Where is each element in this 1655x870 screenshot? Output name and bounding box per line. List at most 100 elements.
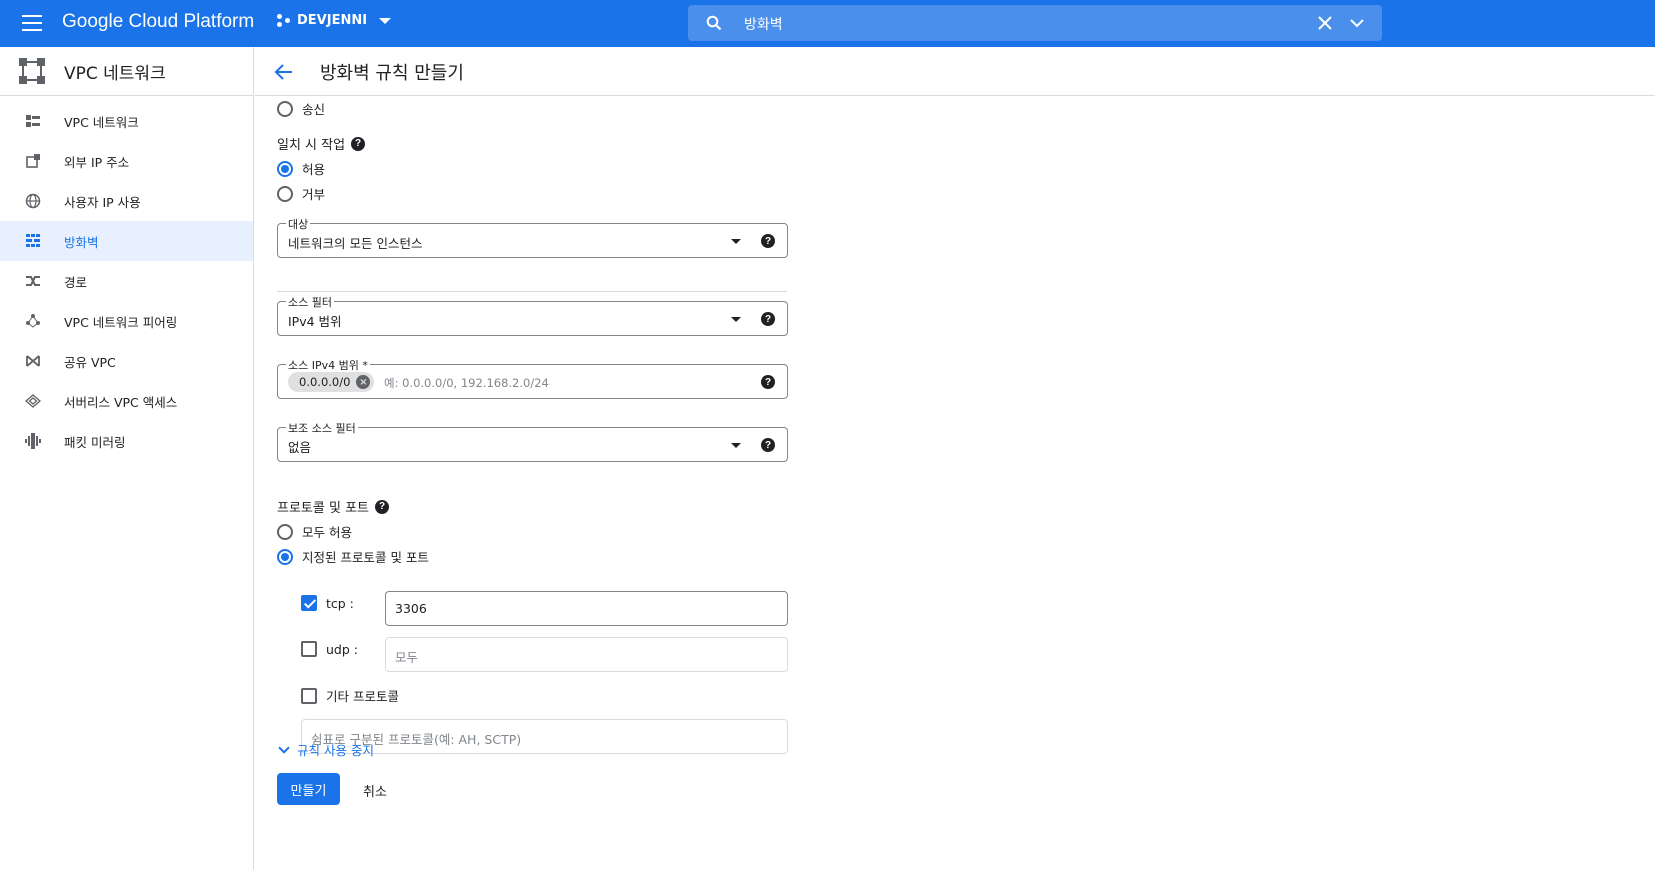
field-label: 소스 필터 xyxy=(286,294,334,310)
serverless-icon xyxy=(24,392,42,410)
sidebar: VPC 네트워크 VPC 네트워크 외부 IP 주소 사용자 IP 사용 방화벽 xyxy=(0,47,254,870)
cancel-button[interactable]: 취소 xyxy=(363,781,387,800)
checkbox-label: tcp : xyxy=(326,595,354,611)
protocols-label: 프로토콜 및 포트 xyxy=(277,501,369,516)
sidebar-item-byoip[interactable]: 사용자 IP 사용 xyxy=(0,181,253,221)
caret-down-icon xyxy=(379,17,392,24)
help-icon[interactable]: ? xyxy=(375,499,389,514)
radio-circle xyxy=(277,548,293,565)
other-protocols-input[interactable]: 쉼표로 구분된 프로토콜(예: AH, SCTP) xyxy=(301,719,788,754)
field-label: 대상 xyxy=(286,216,311,232)
tcp-ports-input[interactable]: 3306 xyxy=(385,591,788,626)
sidebar-item-vpc-networks[interactable]: VPC 네트워크 xyxy=(0,101,253,141)
sidebar-item-label: 서버리스 VPC 액세스 xyxy=(64,394,178,410)
chip-label: 0.0.0.0/0 xyxy=(299,375,351,389)
dropdown-arrow-icon[interactable] xyxy=(731,239,741,244)
vpc-network-logo-icon xyxy=(19,58,45,84)
action-allow-radio[interactable]: 허용 xyxy=(277,159,325,178)
action-label: 일치 시 작업 xyxy=(277,138,346,153)
brand-title[interactable]: Google Cloud Platform xyxy=(62,11,254,33)
field-value: 없음 xyxy=(288,440,312,455)
sidebar-item-label: 방화벽 xyxy=(64,234,99,250)
checkbox-box xyxy=(301,687,317,704)
disable-rule-toggle[interactable]: 규칙 사용 중지 xyxy=(277,740,374,759)
source-ipv4-ranges-input[interactable]: 소스 IPv4 범위 * 0.0.0.0/0 × 예: 0.0.0.0/0, 1… xyxy=(277,357,788,399)
peering-icon xyxy=(24,312,42,330)
direction-egress-radio[interactable]: 송신 xyxy=(277,99,325,118)
sidebar-item-firewall[interactable]: 방화벽 xyxy=(0,221,253,261)
toggle-label: 규칙 사용 중지 xyxy=(297,743,374,758)
sidebar-item-routes[interactable]: 경로 xyxy=(0,261,253,301)
sidebar-item-label: 외부 IP 주소 xyxy=(64,154,130,170)
checkbox-box xyxy=(301,641,317,657)
checkbox-label: udp : xyxy=(326,641,358,657)
sidebar-item-label: 사용자 IP 사용 xyxy=(64,194,141,210)
radio-label: 송신 xyxy=(302,102,326,117)
radio-circle xyxy=(277,185,293,202)
protocols-section-label: 프로토콜 및 포트 ? xyxy=(277,497,389,516)
external-ip-icon xyxy=(24,152,42,170)
radio-label: 모두 허용 xyxy=(302,525,352,540)
search-bar[interactable]: 방화벽 xyxy=(688,5,1382,41)
sidebar-item-peering[interactable]: VPC 네트워크 피어링 xyxy=(0,301,253,341)
project-name: DEVJENNI xyxy=(297,13,368,28)
sidebar-nav: VPC 네트워크 외부 IP 주소 사용자 IP 사용 방화벽 경로 VPC 네… xyxy=(0,101,253,461)
ip-range-chip[interactable]: 0.0.0.0/0 × xyxy=(288,372,375,392)
close-icon[interactable] xyxy=(1316,14,1334,32)
chevron-down-icon xyxy=(278,741,290,754)
specified-protocols-radio[interactable]: 지정된 프로토콜 및 포트 xyxy=(277,547,429,566)
tcp-checkbox[interactable]: tcp : xyxy=(301,595,354,611)
field-placeholder: 예: 0.0.0.0/0, 192.168.2.0/24 xyxy=(384,376,549,390)
action-deny-radio[interactable]: 거부 xyxy=(277,184,325,203)
field-value: IPv4 범위 xyxy=(288,314,342,329)
routes-icon xyxy=(24,272,42,290)
back-arrow-icon[interactable] xyxy=(273,61,295,83)
sidebar-item-packet-mirroring[interactable]: 패킷 미러링 xyxy=(0,421,253,461)
page-title: 방화벽 규칙 만들기 xyxy=(320,63,464,84)
top-app-bar: Google Cloud Platform DEVJENNI 방화벽 xyxy=(0,0,1655,47)
search-input[interactable]: 방화벽 xyxy=(744,14,783,34)
firewall-icon xyxy=(24,232,42,250)
radio-label: 지정된 프로토콜 및 포트 xyxy=(302,550,429,565)
dropdown-arrow-icon[interactable] xyxy=(731,443,741,448)
secondary-source-filter-select[interactable]: 보조 소스 필터 없음 ? xyxy=(277,420,788,462)
targets-select[interactable]: 대상 네트워크의 모든 인스턴스 ? xyxy=(277,216,788,258)
divider xyxy=(277,291,787,292)
sidebar-item-external-ip[interactable]: 외부 IP 주소 xyxy=(0,141,253,181)
page-header: 방화벽 규칙 만들기 xyxy=(255,47,1655,96)
chevron-down-icon[interactable] xyxy=(1348,14,1366,32)
other-protocols-checkbox[interactable]: 기타 프로토콜 xyxy=(301,686,399,705)
firewall-rule-form: 송신 일치 시 작업 ? 허용 거부 대상 네트워크의 모든 인스턴스 ? 소스… xyxy=(255,96,1655,870)
radio-circle xyxy=(277,100,293,117)
sidebar-item-shared-vpc[interactable]: 공유 VPC xyxy=(0,341,253,381)
udp-ports-input[interactable]: 모두 xyxy=(385,637,788,672)
create-button[interactable]: 만들기 xyxy=(277,773,340,805)
menu-icon[interactable] xyxy=(20,13,44,33)
source-filter-select[interactable]: 소스 필터 IPv4 범위 ? xyxy=(277,294,788,336)
radio-label: 허용 xyxy=(302,162,326,177)
sidebar-item-label: VPC 네트워크 xyxy=(64,114,139,130)
sidebar-item-serverless-vpc[interactable]: 서버리스 VPC 액세스 xyxy=(0,381,253,421)
shared-vpc-icon xyxy=(24,352,42,370)
sidebar-item-label: 패킷 미러링 xyxy=(64,434,126,450)
checkbox-box xyxy=(301,595,317,611)
udp-checkbox[interactable]: udp : xyxy=(301,641,358,657)
sidebar-title: VPC 네트워크 xyxy=(64,63,166,84)
help-icon[interactable]: ? xyxy=(761,438,775,452)
radio-label: 거부 xyxy=(302,187,326,202)
dropdown-arrow-icon[interactable] xyxy=(731,317,741,322)
field-label: 소스 IPv4 범위 * xyxy=(286,357,370,373)
help-icon[interactable]: ? xyxy=(761,375,775,389)
allow-all-radio[interactable]: 모두 허용 xyxy=(277,522,352,541)
sidebar-item-label: 경로 xyxy=(64,274,88,290)
search-icon xyxy=(706,15,722,31)
project-icon xyxy=(277,13,291,28)
help-icon[interactable]: ? xyxy=(761,312,775,326)
help-icon[interactable]: ? xyxy=(761,234,775,248)
project-selector[interactable]: DEVJENNI xyxy=(277,13,392,28)
help-icon[interactable]: ? xyxy=(351,136,366,151)
sidebar-item-label: VPC 네트워크 피어링 xyxy=(64,314,178,330)
globe-icon xyxy=(24,192,42,210)
remove-chip-icon[interactable]: × xyxy=(356,375,371,389)
sidebar-item-label: 공유 VPC xyxy=(64,354,116,370)
